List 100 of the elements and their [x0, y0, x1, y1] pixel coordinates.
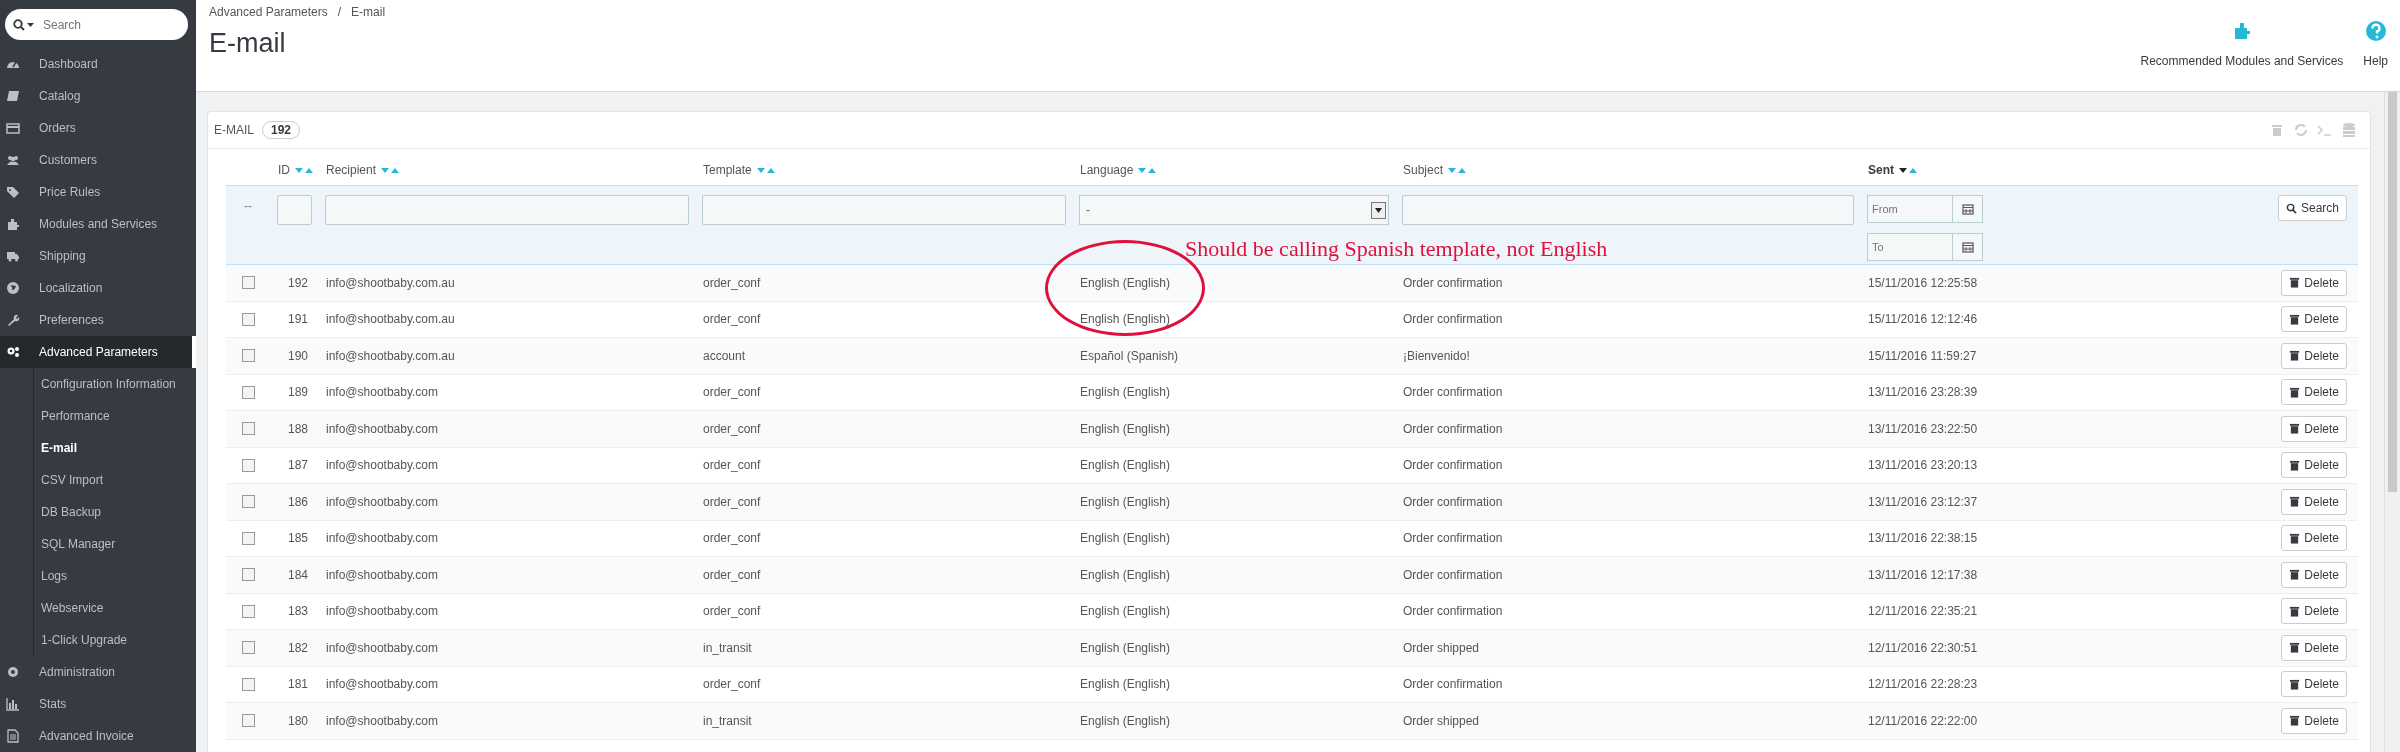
sidebar-icon — [6, 729, 20, 743]
trash-icon — [2289, 277, 2301, 289]
column-header[interactable]: ID — [278, 163, 290, 177]
toolbar-button[interactable]: Help — [2363, 20, 2388, 68]
date-from-field[interactable]: From — [1867, 195, 1953, 223]
sidebar-item[interactable]: Preferences — [0, 304, 196, 336]
reset-filter[interactable]: -- — [226, 195, 270, 213]
delete-button[interactable]: Delete — [2281, 634, 2347, 661]
toolbar-button[interactable]: Recommended Modules and Services — [2140, 20, 2344, 68]
scrollbar[interactable] — [2384, 92, 2400, 752]
search-icon[interactable] — [13, 18, 35, 31]
submenu-item[interactable]: SQL Manager — [34, 528, 196, 560]
subject-filter[interactable] — [1402, 195, 1854, 225]
row-checkbox[interactable] — [241, 349, 255, 363]
refresh-icon[interactable] — [2292, 121, 2310, 139]
table-cell-text: order_conf — [702, 421, 762, 436]
delete-button[interactable]: Delete — [2281, 525, 2347, 552]
table-cell-text: Order confirmation — [1402, 458, 1504, 473]
submenu-item[interactable]: DB Backup — [34, 496, 196, 528]
table-cell-text: English (English) — [1079, 494, 1172, 509]
id-filter[interactable] — [277, 195, 312, 225]
trash-icon — [2289, 532, 2301, 544]
table-cell-text: 13/11/2016 12:17:38 — [1867, 567, 1979, 582]
delete-button[interactable]: Delete — [2281, 671, 2347, 698]
column-header[interactable]: Subject — [1403, 163, 1444, 177]
date-to-field[interactable]: To — [1867, 233, 1953, 261]
row-checkbox[interactable] — [241, 276, 255, 290]
table-cell-text: English (English) — [1079, 640, 1172, 655]
table-cell-text: info@shootbaby.com.au — [325, 312, 456, 327]
trash-icon — [2289, 642, 2301, 654]
row-checkbox[interactable] — [241, 495, 255, 509]
search-button[interactable]: Search — [2277, 195, 2347, 221]
delete-button[interactable]: Delete — [2281, 488, 2347, 515]
sidebar-item[interactable]: Dashboard — [0, 48, 196, 80]
table-cell-text: 12/11/2016 22:35:21 — [1867, 604, 1979, 619]
row-checkbox[interactable] — [241, 385, 255, 399]
template-filter[interactable] — [702, 195, 1066, 225]
row-checkbox[interactable] — [241, 312, 255, 326]
recipient-filter[interactable] — [325, 195, 689, 225]
sidebar-item[interactable]: Orders — [0, 112, 196, 144]
table-cell-text: 13/11/2016 23:22:50 — [1867, 421, 1979, 436]
database-icon[interactable] — [2340, 121, 2358, 139]
row-checkbox[interactable] — [241, 568, 255, 582]
sort-icon[interactable] — [1898, 166, 1918, 174]
table-cell-text: English (English) — [1079, 713, 1172, 728]
sidebar-item[interactable]: Advanced Parameters — [0, 336, 196, 368]
language-filter[interactable]: - — [1079, 195, 1389, 225]
calendar-icon[interactable] — [1961, 241, 1974, 253]
row-checkbox[interactable] — [241, 531, 255, 545]
sidebar-item[interactable]: Price Rules — [0, 176, 196, 208]
row-checkbox[interactable] — [241, 458, 255, 472]
delete-button[interactable]: Delete — [2281, 342, 2347, 369]
sidebar-item[interactable]: Customers — [0, 144, 196, 176]
delete-button[interactable]: Delete — [2281, 598, 2347, 625]
column-header[interactable]: Recipient — [326, 163, 377, 177]
submenu-item[interactable]: Configuration Information — [34, 368, 196, 400]
column-header[interactable]: Sent — [1868, 163, 1894, 177]
submenu-item[interactable]: CSV Import — [34, 464, 196, 496]
row-checkbox[interactable] — [241, 422, 255, 436]
breadcrumb-item[interactable]: E-mail — [351, 5, 386, 19]
search-input[interactable]: Search — [41, 16, 145, 33]
row-checkbox[interactable] — [241, 604, 255, 618]
sidebar-item[interactable]: Shipping — [0, 240, 196, 272]
row-checkbox[interactable] — [241, 677, 255, 691]
sidebar-item[interactable]: Administration — [0, 656, 196, 688]
table-cell-text: 190 — [286, 348, 309, 363]
delete-button[interactable]: Delete — [2281, 561, 2347, 588]
row-checkbox[interactable] — [241, 641, 255, 655]
table-cell-text: 12/11/2016 22:28:23 — [1867, 677, 1979, 692]
submenu-item[interactable]: Logs — [34, 560, 196, 592]
submenu-item[interactable]: 1-Click Upgrade — [34, 624, 196, 656]
submenu-item[interactable]: Performance — [34, 400, 196, 432]
sidebar-item[interactable]: Stats — [0, 688, 196, 720]
table-cell-text: 13/11/2016 23:12:37 — [1867, 494, 1979, 509]
sidebar-item[interactable]: Modules and Services — [0, 208, 196, 240]
sidebar-item[interactable]: Catalog — [0, 80, 196, 112]
column-header[interactable]: Template — [703, 163, 752, 177]
calendar-icon[interactable] — [1961, 203, 1974, 215]
submenu-item[interactable]: E-mail — [34, 432, 196, 464]
table-cell-text: 13/11/2016 23:20:13 — [1867, 458, 1979, 473]
row-checkbox[interactable] — [241, 714, 255, 728]
help-icon — [2364, 20, 2387, 42]
table-cell-text: Order confirmation — [1402, 385, 1504, 400]
table-cell-text: 186 — [286, 494, 309, 509]
delete-button[interactable]: Delete — [2281, 415, 2347, 442]
delete-button[interactable]: Delete — [2281, 269, 2347, 296]
sidebar-item[interactable]: Localization — [0, 272, 196, 304]
delete-button[interactable]: Delete — [2281, 707, 2347, 734]
breadcrumb-item[interactable]: Advanced Parameters — [209, 5, 328, 19]
table-cell-text: info@shootbaby.com — [325, 677, 440, 692]
column-header[interactable]: Language — [1080, 163, 1134, 177]
search-bar[interactable]: Search — [5, 9, 188, 40]
table-cell-text: 13/11/2016 23:28:39 — [1867, 385, 1979, 400]
sidebar-item[interactable]: Advanced Invoice — [0, 720, 196, 752]
delete-button[interactable]: Delete — [2281, 379, 2347, 406]
delete-button[interactable]: Delete — [2281, 452, 2347, 479]
search-icon — [2285, 202, 2297, 214]
submenu-item[interactable]: Webservice — [34, 592, 196, 624]
delete-button[interactable]: Delete — [2281, 306, 2347, 333]
table-cell-text: order_conf — [702, 275, 762, 290]
